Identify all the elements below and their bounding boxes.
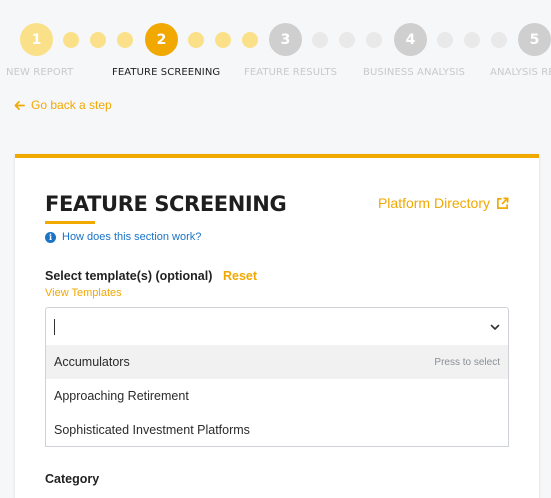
step-dot <box>242 32 258 48</box>
step-dot <box>188 32 204 48</box>
step-5-circle[interactable]: 5 <box>518 23 551 56</box>
step-3-circle[interactable]: 3 <box>269 23 302 56</box>
step-dot <box>491 32 507 48</box>
go-back-link[interactable]: Go back a step <box>14 98 112 112</box>
step-dot <box>339 32 355 48</box>
template-dropdown-list: Accumulators Press to select Approaching… <box>45 345 509 447</box>
text-caret <box>54 319 55 335</box>
step-5-label[interactable]: ANALYSIS RES <box>490 67 551 78</box>
progress-stepper: 1 2 3 4 5 NEW REPORT FEATURE SCREENING F… <box>0 0 551 90</box>
step-1-circle[interactable]: 1 <box>20 23 53 56</box>
page-title: FEATURE SCREENING <box>45 192 287 216</box>
option-label: Sophisticated Investment Platforms <box>54 423 250 437</box>
view-templates-link[interactable]: View Templates <box>45 287 122 299</box>
step-1-label[interactable]: NEW REPORT <box>6 67 73 78</box>
step-2-label[interactable]: FEATURE SCREENING <box>112 67 220 78</box>
dropdown-option[interactable]: Sophisticated Investment Platforms <box>46 413 508 447</box>
option-label: Accumulators <box>54 355 130 369</box>
feature-screening-card: FEATURE SCREENING Platform Directory i H… <box>15 154 539 498</box>
template-search-input[interactable] <box>45 307 509 347</box>
step-dot <box>366 32 382 48</box>
dropdown-option[interactable]: Approaching Retirement <box>46 379 508 413</box>
info-icon: i <box>45 231 56 243</box>
platform-directory-link[interactable]: Platform Directory <box>378 195 509 211</box>
step-dot <box>437 32 453 48</box>
step-dot <box>464 32 480 48</box>
help-link[interactable]: i How does this section work? <box>45 231 201 243</box>
option-label: Approaching Retirement <box>54 389 189 403</box>
go-back-label: Go back a step <box>31 98 112 112</box>
step-2-circle[interactable]: 2 <box>145 23 178 56</box>
step-3-label[interactable]: FEATURE RESULTS <box>244 67 337 78</box>
step-dot <box>63 32 79 48</box>
platform-directory-label: Platform Directory <box>377 195 490 211</box>
reset-button[interactable]: Reset <box>223 269 257 283</box>
external-link-icon <box>496 197 509 210</box>
help-link-label: How does this section work? <box>62 231 202 243</box>
category-label: Category <box>45 472 100 486</box>
chevron-down-icon[interactable] <box>488 320 502 334</box>
select-template-label: Select template(s) (optional) <box>45 269 213 283</box>
step-dot <box>90 32 106 48</box>
arrow-left-icon <box>14 100 25 111</box>
step-4-circle[interactable]: 4 <box>394 23 427 56</box>
title-underline <box>45 221 95 224</box>
step-dot <box>117 32 133 48</box>
step-dot <box>312 32 328 48</box>
dropdown-option[interactable]: Accumulators Press to select <box>46 345 508 379</box>
step-4-label[interactable]: BUSINESS ANALYSIS <box>363 67 465 78</box>
step-dot <box>215 32 231 48</box>
option-hint: Press to select <box>434 356 500 368</box>
